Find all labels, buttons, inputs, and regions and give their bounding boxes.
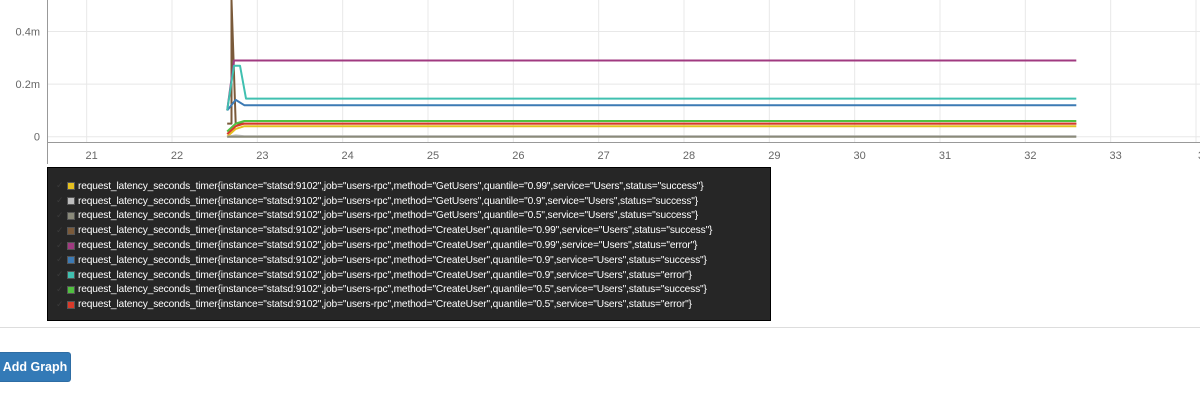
- x-tick-label: 31: [939, 150, 951, 162]
- series-layer: [226, 0, 1077, 138]
- x-tick-label: 27: [598, 150, 610, 162]
- legend-swatch: [67, 241, 75, 250]
- legend-item[interactable]: ✓ request_latency_seconds_timer{instance=…: [48, 179, 770, 194]
- legend-label: request_latency_seconds_timer{instance="…: [78, 284, 707, 296]
- x-tick-label: 23: [256, 150, 268, 162]
- x-tick-label: 29: [768, 150, 780, 162]
- legend-label: request_latency_seconds_timer{instance="…: [78, 225, 713, 237]
- latency-graph: 21222324252627282930313233300.2m0.4m: [16, 0, 1200, 164]
- legend-swatch: [67, 300, 75, 309]
- legend-label: request_latency_seconds_timer{instance="…: [78, 180, 704, 192]
- legend-item[interactable]: ✓ request_latency_seconds_timer{instance=…: [48, 297, 770, 312]
- check-icon[interactable]: ✓: [56, 270, 67, 280]
- check-icon[interactable]: ✓: [56, 241, 67, 251]
- x-tick-label: 25: [427, 150, 439, 162]
- series-line-5[interactable]: [226, 98, 1077, 112]
- x-tick-label: 28: [683, 150, 695, 162]
- axis-layer: [47, 0, 1200, 164]
- legend-label: request_latency_seconds_timer{instance="…: [78, 254, 707, 266]
- legend-swatch: [67, 197, 75, 206]
- legend-label: request_latency_seconds_timer{instance="…: [78, 195, 699, 207]
- legend-item[interactable]: ✓ request_latency_seconds_timer{instance=…: [48, 223, 770, 238]
- check-icon[interactable]: ✓: [56, 226, 67, 236]
- x-tick-label: 32: [1024, 150, 1036, 162]
- y-tick-label: 0: [34, 132, 40, 144]
- legend-item[interactable]: ✓ request_latency_seconds_timer{instance=…: [48, 253, 770, 268]
- legend-swatch: [67, 285, 75, 294]
- legend-label: request_latency_seconds_timer{instance="…: [78, 210, 699, 222]
- series-line-0[interactable]: [226, 125, 1077, 138]
- check-icon[interactable]: ✓: [56, 300, 67, 310]
- tick-label-layer: 21222324252627282930313233300.2m0.4m: [16, 27, 1200, 162]
- legend-swatch: [67, 271, 75, 280]
- legend-swatch: [67, 256, 75, 265]
- legend-item[interactable]: ✓ request_latency_seconds_timer{instance=…: [48, 283, 770, 298]
- add-graph-button[interactable]: Add Graph: [0, 352, 71, 382]
- check-icon[interactable]: ✓: [56, 285, 67, 295]
- legend-swatch: [67, 226, 75, 235]
- x-tick-label: 24: [342, 150, 354, 162]
- legend-swatch: [67, 211, 75, 220]
- x-tick-label: 21: [86, 150, 98, 162]
- graph-legend: ✓ request_latency_seconds_timer{instance=…: [47, 167, 771, 321]
- check-icon[interactable]: ✓: [56, 196, 67, 206]
- series-line-8[interactable]: [226, 122, 1077, 135]
- legend-swatch: [67, 182, 75, 191]
- series-line-6[interactable]: [226, 64, 1077, 111]
- legend-item[interactable]: ✓ request_latency_seconds_timer{instance=…: [48, 238, 770, 253]
- legend-label: request_latency_seconds_timer{instance="…: [78, 269, 692, 281]
- legend-label: request_latency_seconds_timer{instance="…: [78, 240, 698, 252]
- graph-area: 21222324252627282930313233300.2m0.4m: [0, 0, 1200, 165]
- legend-item[interactable]: ✓ request_latency_seconds_timer{instance=…: [48, 268, 770, 283]
- legend-label: request_latency_seconds_timer{instance="…: [78, 299, 692, 311]
- x-tick-label: 22: [171, 150, 183, 162]
- x-tick-label: 26: [512, 150, 524, 162]
- y-tick-label: 0.2m: [16, 79, 40, 91]
- check-icon[interactable]: ✓: [56, 211, 67, 221]
- x-tick-label: 30: [854, 150, 866, 162]
- legend-item[interactable]: ✓ request_latency_seconds_timer{instance=…: [48, 194, 770, 209]
- series-line-4[interactable]: [226, 59, 1077, 111]
- check-icon[interactable]: ✓: [56, 255, 67, 265]
- section-divider: [0, 327, 1200, 328]
- legend-item[interactable]: ✓ request_latency_seconds_timer{instance=…: [48, 209, 770, 224]
- check-icon[interactable]: ✓: [56, 181, 67, 191]
- y-tick-label: 0.4m: [16, 27, 40, 39]
- x-tick-label: 33: [1110, 150, 1122, 162]
